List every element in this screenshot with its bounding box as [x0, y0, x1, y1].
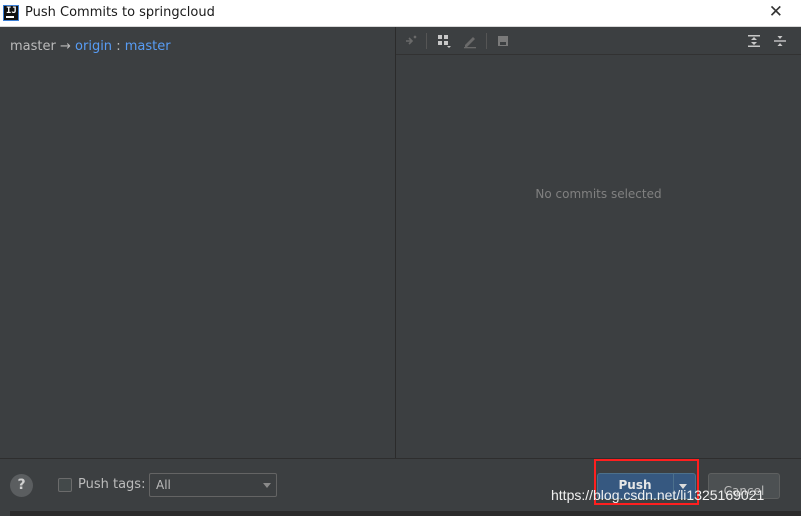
separator-text: :	[116, 39, 121, 54]
intellij-icon: IJ	[3, 5, 19, 21]
title-bar: IJ Push Commits to springcloud ✕	[0, 0, 801, 27]
branch-row[interactable]: master → origin : master	[10, 39, 171, 54]
group-icon[interactable]	[436, 33, 452, 49]
edit-icon[interactable]	[462, 33, 478, 49]
commits-tree-pane: master → origin : master	[0, 27, 396, 458]
push-tags-checkbox[interactable]	[58, 478, 72, 492]
expand-all-icon[interactable]	[746, 33, 762, 49]
close-icon[interactable]: ✕	[769, 2, 783, 22]
window-title: Push Commits to springcloud	[25, 5, 215, 20]
bottom-strip	[10, 511, 801, 516]
push-tags-label: Push tags:	[78, 477, 146, 492]
toolbar-separator	[486, 33, 487, 49]
remote-link[interactable]: origin	[75, 39, 112, 54]
details-toolbar	[396, 27, 801, 55]
tags-dropdown[interactable]: All	[149, 473, 277, 497]
arrow-text: →	[59, 39, 71, 54]
collapse-all-icon[interactable]	[772, 33, 788, 49]
toolbar-separator	[426, 33, 427, 49]
chevron-down-icon	[263, 483, 271, 488]
save-icon[interactable]	[495, 33, 511, 49]
watermark-text: https://blog.csdn.net/li1325169021	[551, 487, 765, 503]
commit-details-pane: No commits selected	[396, 27, 801, 458]
tags-dropdown-value: All	[156, 478, 171, 492]
empty-state-message: No commits selected	[535, 187, 662, 201]
local-branch: master	[10, 39, 56, 54]
help-button[interactable]: ?	[10, 474, 33, 497]
remote-branch-link[interactable]: master	[125, 39, 171, 54]
merge-icon[interactable]	[403, 33, 419, 49]
